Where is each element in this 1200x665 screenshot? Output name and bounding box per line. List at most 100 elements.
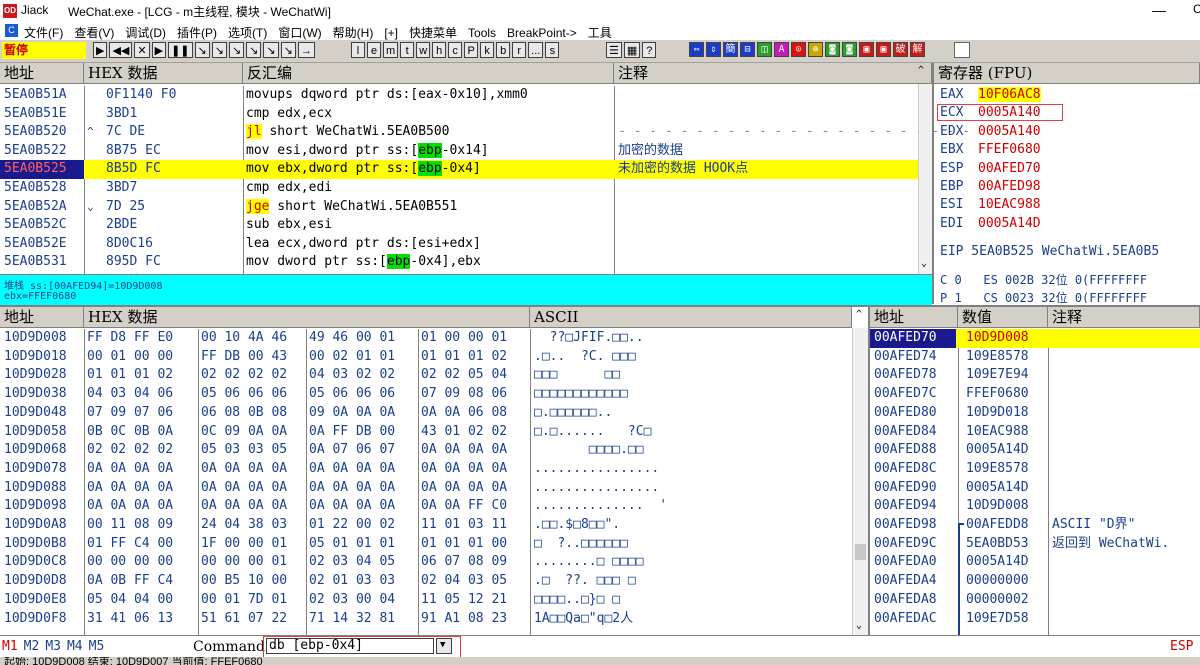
dump-hex-group[interactable]: 91 A1 08 23	[421, 610, 507, 629]
dump-hex-group[interactable]: 0A 0A 0A 0A	[421, 479, 507, 498]
menu-item[interactable]: 查看(V)	[74, 26, 114, 40]
dump-hex-group[interactable]: 11 01 03 11	[421, 516, 507, 535]
stack-addr[interactable]: 00AFED8C	[870, 460, 956, 479]
register-row[interactable]: EBX FFEF0680	[934, 141, 1198, 159]
cpu-row-addr[interactable]: 5EA0B51A	[0, 86, 84, 105]
stack-row[interactable]: 00AFED84 10EAC988	[870, 423, 1200, 442]
menu-item[interactable]: 工具	[588, 26, 612, 40]
register-value[interactable]: 00AFED70	[978, 161, 1041, 176]
plugin-button[interactable]: ⇔	[689, 42, 704, 57]
memory-mark-m5[interactable]: M5	[89, 639, 105, 654]
menu-item[interactable]: [+]	[384, 26, 398, 40]
dump-hex-group[interactable]: 0A 0A 0A 0A	[87, 460, 173, 479]
debug-button[interactable]: ✕	[134, 42, 150, 58]
dump-hex-group[interactable]: 0A 0A 0A 0A	[201, 479, 287, 498]
plugin-button[interactable]: ⊟	[740, 42, 755, 57]
window-button-...[interactable]: ...	[528, 42, 544, 58]
stack-header-value[interactable]: 数值	[958, 307, 1048, 328]
register-value[interactable]: FFEF0680	[978, 142, 1041, 157]
stack-value[interactable]: 00AFEDD8	[966, 516, 1029, 535]
cpu-row[interactable]: 5EA0B525 8B5D FC mov ebx,dword ptr ss:[ebp…	[0, 160, 918, 179]
col-header-comment[interactable]: 注释	[614, 63, 932, 84]
dump-hex-group[interactable]: 11 05 12 21	[421, 591, 507, 610]
memory-mark-m3[interactable]: M3	[45, 639, 61, 654]
dump-addr[interactable]: 10D9D078	[4, 460, 67, 479]
dump-hex-group[interactable]: 06 08 0B 08	[201, 404, 287, 423]
stack-addr[interactable]: 00AFEDA4	[870, 572, 956, 591]
dump-row[interactable]: 10D9D008 FF D8 FF E0 00 10 4A 46 49 46 00 0…	[0, 329, 852, 348]
dump-hex-group[interactable]: 01 00 00 01	[421, 329, 507, 348]
dump-hex-group[interactable]: FF D8 FF E0	[87, 329, 173, 348]
register-row[interactable]: EDI 0005A14D	[934, 215, 1198, 233]
dump-hex-group[interactable]: 02 01 03 03	[309, 572, 395, 591]
dump-hex-group[interactable]: 0A 0A 0A 0A	[201, 460, 287, 479]
register-row[interactable]: EBP 00AFED98	[934, 178, 1198, 196]
window-button-c[interactable]: c	[448, 42, 463, 58]
stack-row[interactable]: 00AFED80 10D9D018	[870, 404, 1200, 423]
dump-row[interactable]: 10D9D028 01 01 01 02 02 02 02 02 04 03 02 0…	[0, 366, 852, 385]
dump-hex-group[interactable]: 24 04 38 03	[201, 516, 287, 535]
dump-row[interactable]: 10D9D0C8 00 00 00 00 00 00 00 01 02 03 04 0…	[0, 553, 852, 572]
menu-item[interactable]: 窗口(W)	[278, 26, 321, 40]
stack-value[interactable]: 0005A14D	[966, 441, 1029, 460]
debug-button[interactable]: →	[297, 42, 315, 58]
plugin-button[interactable]: 解	[910, 42, 925, 57]
maximize-button[interactable]: C	[1193, 2, 1200, 16]
dump-row[interactable]: 10D9D0E8 05 04 04 00 00 01 7D 01 02 03 00 0…	[0, 591, 852, 610]
dump-addr[interactable]: 10D9D038	[4, 385, 67, 404]
dump-hex-group[interactable]: 06 07 08 09	[421, 553, 507, 572]
dump-addr[interactable]: 10D9D048	[4, 404, 67, 423]
menu-app-icon[interactable]: C	[5, 24, 18, 37]
misc-button[interactable]: ?	[642, 42, 657, 58]
register-value[interactable]: 0005A140	[978, 124, 1041, 139]
plugin-button[interactable]: ▣	[876, 42, 891, 57]
stack-row[interactable]: 00AFED90 0005A14D	[870, 479, 1200, 498]
menu-item[interactable]: 调试(D)	[125, 26, 166, 40]
dump-hex-group[interactable]: 0A 0A FF C0	[421, 497, 507, 516]
dump-row[interactable]: 10D9D068 02 02 02 02 05 03 03 05 0A 07 06 0…	[0, 441, 852, 460]
cpu-row-addr[interactable]: 5EA0B52C	[0, 216, 84, 235]
dump-hex-group[interactable]: 05 06 06 06	[201, 385, 287, 404]
stack-row[interactable]: 00AFED9C 5EA0BD53 返回到 WeChatWi.	[870, 535, 1200, 554]
debug-button[interactable]: ↘	[263, 42, 279, 58]
cpu-row-addr[interactable]: 5EA0B522	[0, 142, 84, 161]
cpu-row[interactable]: 5EA0B52E 8D0C16 lea ecx,dword ptr ds:[esi+…	[0, 235, 918, 254]
cpu-row[interactable]: 5EA0B52A ⌄ 7D 25 jge short WeChatWi.5EA0B55…	[0, 198, 918, 217]
stack-row[interactable]: 00AFED98 00AFEDD8 ASCII "D界"	[870, 516, 1200, 535]
stack-row[interactable]: 00AFED8C 109E8578	[870, 460, 1200, 479]
debug-button[interactable]: ▶	[151, 42, 167, 58]
register-value[interactable]: 00AFED98	[978, 179, 1041, 194]
dump-addr[interactable]: 10D9D0C8	[4, 553, 67, 572]
stack-addr[interactable]: 00AFEDA0	[870, 553, 956, 572]
cpu-row-addr[interactable]: 5EA0B52E	[0, 235, 84, 254]
register-row[interactable]: ESI 10EAC988	[934, 196, 1198, 214]
plugin-button[interactable]: ⇕	[706, 42, 721, 57]
dump-addr[interactable]: 10D9D098	[4, 497, 67, 516]
stack-addr[interactable]: 00AFED88	[870, 441, 956, 460]
window-button-l[interactable]: l	[351, 42, 365, 58]
dump-hex-group[interactable]: 01 01 01 02	[421, 348, 507, 367]
debug-button[interactable]: ↘	[228, 42, 245, 58]
cpu-row-addr[interactable]: 5EA0B525	[0, 160, 84, 179]
window-button-k[interactable]: k	[480, 42, 495, 58]
dump-scroll-down-icon[interactable]: ⌄	[856, 620, 862, 631]
stack-row[interactable]: 00AFED94 10D9D008	[870, 497, 1200, 516]
menu-item[interactable]: 文件(F)	[24, 26, 63, 40]
stack-row[interactable]: 00AFEDA4 00000000	[870, 572, 1200, 591]
window-button-P[interactable]: P	[464, 42, 479, 58]
cpu-row[interactable]: 5EA0B51A 0F1140 F0 movups dqword ptr ds:[e…	[0, 86, 918, 105]
cpu-row[interactable]: 5EA0B51E 3BD1 cmp edx,ecx	[0, 105, 918, 124]
dump-hex-group[interactable]: 71 14 32 81	[309, 610, 395, 629]
stack-addr[interactable]: 00AFED70	[870, 329, 956, 348]
plugin-button[interactable]: ◫	[757, 42, 772, 57]
window-button-w[interactable]: w	[416, 42, 431, 58]
stack-row[interactable]: 00AFED78 109E7E94	[870, 366, 1200, 385]
debug-button[interactable]: ↘	[211, 42, 227, 58]
dump-hex-group[interactable]: 0A 0A 06 08	[421, 404, 507, 423]
cpu-row-addr[interactable]: 5EA0B52A	[0, 198, 84, 217]
dump-hex-group[interactable]: 05 03 03 05	[201, 441, 287, 460]
dump-hex-group[interactable]: 05 04 04 00	[87, 591, 173, 610]
dump-rows[interactable]: 10D9D008 FF D8 FF E0 00 10 4A 46 49 46 00 0…	[0, 329, 852, 635]
cpu-row-disasm[interactable]: jge short WeChatWi.5EA0B551	[246, 198, 457, 217]
stack-addr[interactable]: 00AFEDAC	[870, 610, 956, 629]
